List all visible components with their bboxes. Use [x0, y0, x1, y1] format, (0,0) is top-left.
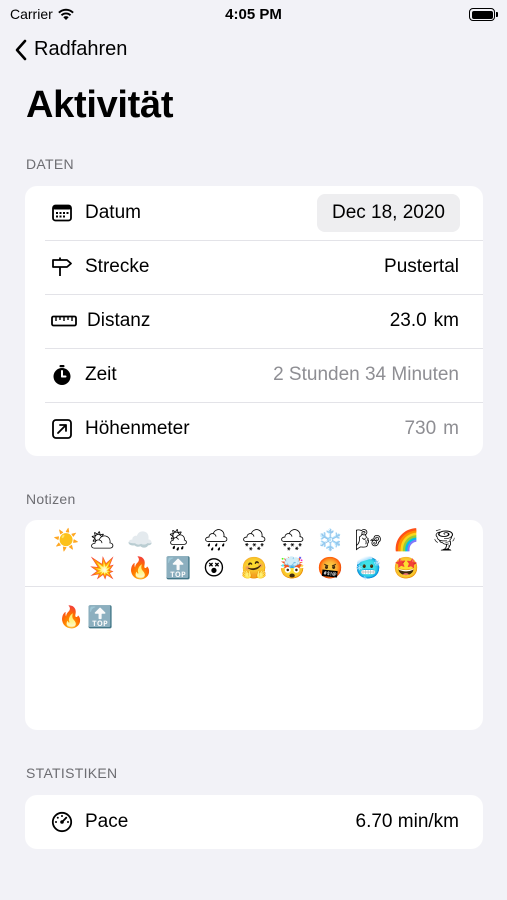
emoji-sun-rain-cloud[interactable]: 🌦 [165, 530, 192, 551]
emoji-cursing-face[interactable]: 🤬 [317, 558, 343, 579]
emoji-cloud[interactable]: ☁️ [127, 530, 153, 551]
section-label-stats: STATISTIKEN [26, 765, 118, 781]
back-label: Radfahren [34, 38, 128, 60]
emoji-exploding-head[interactable]: 🤯 [279, 558, 305, 579]
signpost-icon [51, 256, 73, 278]
note-emoji-fire: 🔥 [58, 605, 85, 629]
date-label: Datum [85, 202, 141, 223]
elevation-unit: m [443, 418, 459, 439]
distance-label: Distanz [87, 310, 151, 331]
row-pace[interactable]: Pace 6.70 min/km [25, 795, 483, 849]
chevron-left-icon [15, 39, 27, 60]
clock: 4:05 PM [225, 6, 282, 23]
emoji-dizzy-face[interactable]: 😵 [203, 558, 225, 579]
elevation-value: 730 m [404, 418, 459, 440]
ruler-icon [51, 310, 77, 332]
back-button[interactable]: Radfahren [14, 38, 127, 61]
emoji-tornado[interactable]: 🌪 [431, 530, 458, 551]
emoji-sun[interactable]: ☀️ [53, 530, 79, 551]
route-value: Pustertal [384, 256, 459, 277]
distance-number: 23.0 [389, 310, 427, 331]
distance-unit: km [433, 310, 459, 331]
emoji-top-arrow[interactable]: 🔝 [165, 558, 191, 579]
stopwatch-icon [51, 364, 73, 386]
stats-card: Pace 6.70 min/km [25, 795, 483, 849]
row-route[interactable]: Strecke Pustertal [25, 240, 483, 294]
battery-icon [469, 8, 498, 21]
status-bar: Carrier 4:05 PM [0, 0, 507, 30]
emoji-hugging-face[interactable]: 🤗 [241, 558, 267, 579]
pace-label: Pace [85, 811, 129, 832]
emoji-snow-cloud[interactable]: 🌨 [241, 530, 268, 551]
emoji-fire[interactable]: 🔥 [127, 558, 153, 579]
calendar-icon [51, 202, 73, 224]
distance-value: 23.0 km [390, 310, 459, 332]
section-label-notes: Notizen [26, 491, 76, 507]
emoji-sun-behind-cloud[interactable]: 🌥 [89, 530, 116, 551]
time-label: Zeit [85, 364, 117, 385]
elevation-icon [51, 418, 73, 440]
data-card: Datum Dec 18, 2020 Strecke Pustertal Dis… [25, 186, 483, 456]
elevation-number: 730 [404, 418, 437, 439]
emoji-bar: ☀️ 🌥 ☁️ 🌦 🌧 🌨 🌨 ❄️ 🌬 🌈 🌪 💥 🔥 🔝 😵 🤗 🤯 🤬 🥶… [25, 520, 483, 587]
row-elevation[interactable]: Höhenmeter 730 m [25, 402, 483, 456]
row-date: Datum Dec 18, 2020 [25, 186, 483, 240]
notes-text-area[interactable]: 🔥 🔝 [25, 587, 483, 729]
date-picker[interactable]: Dec 18, 2020 [316, 194, 460, 232]
emoji-snow-cloud-2[interactable]: 🌨 [279, 530, 306, 551]
section-label-data: DATEN [26, 156, 74, 172]
emoji-collision[interactable]: 💥 [89, 558, 115, 579]
row-time[interactable]: Zeit 2 Stunden 34 Minuten [25, 348, 483, 402]
emoji-snowflake[interactable]: ❄️ [317, 530, 343, 551]
row-distance[interactable]: Distanz 23.0 km [25, 294, 483, 348]
emoji-star-struck[interactable]: 🤩 [393, 558, 419, 579]
page-title: Aktivität [26, 84, 174, 126]
elevation-label: Höhenmeter [85, 418, 190, 439]
notes-card: ☀️ 🌥 ☁️ 🌦 🌧 🌨 🌨 ❄️ 🌬 🌈 🌪 💥 🔥 🔝 😵 🤗 🤯 🤬 🥶… [25, 520, 483, 730]
note-emoji-top-arrow: 🔝 [87, 605, 114, 629]
emoji-rainbow[interactable]: 🌈 [393, 530, 419, 551]
pace-value: 6.70 min/km [355, 811, 459, 832]
time-value: 2 Stunden 34 Minuten [273, 364, 459, 385]
emoji-cold-face[interactable]: 🥶 [355, 558, 381, 579]
emoji-wind-face[interactable]: 🌬 [355, 530, 382, 551]
emoji-rain-cloud[interactable]: 🌧 [203, 530, 230, 551]
route-label: Strecke [85, 256, 150, 277]
gauge-icon [51, 811, 73, 833]
